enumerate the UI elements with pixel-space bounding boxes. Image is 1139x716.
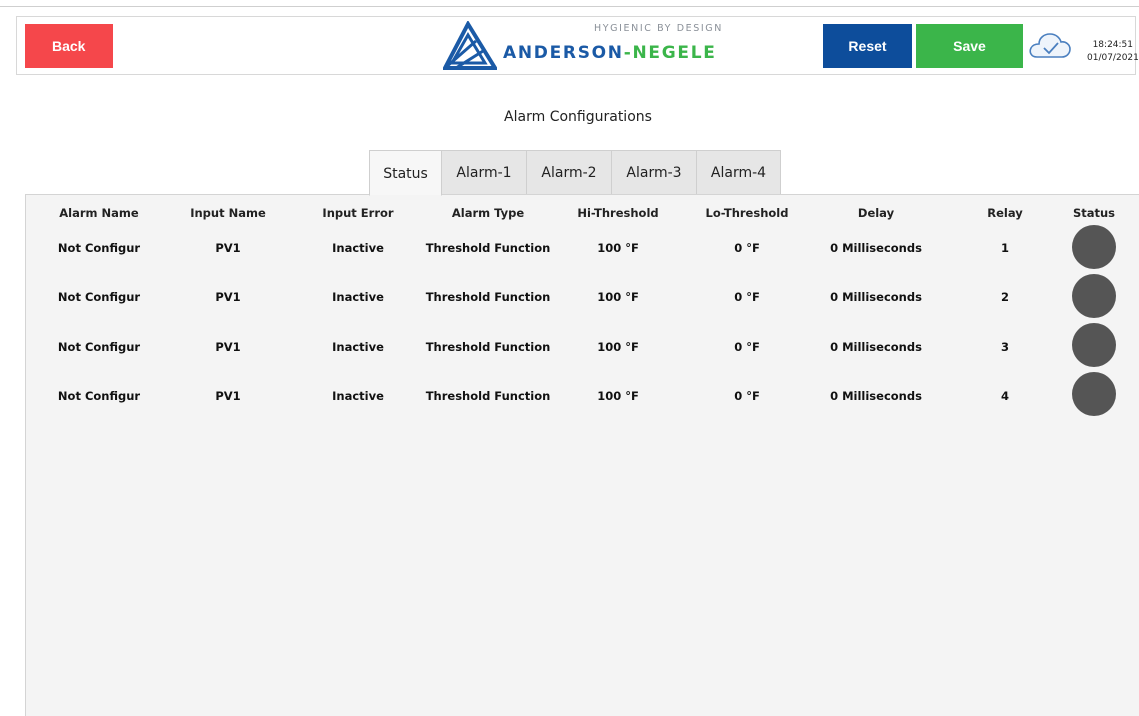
top-divider xyxy=(0,6,1139,7)
status-indicator xyxy=(1072,225,1116,269)
reset-button[interactable]: Reset xyxy=(823,24,912,68)
tab-alarm-2[interactable]: Alarm-2 xyxy=(526,150,612,195)
alarm-type-cell: Threshold Function xyxy=(425,241,551,255)
logo-tagline: HYGIENIC BY DESIGN xyxy=(594,23,723,34)
back-button[interactable]: Back xyxy=(25,24,113,68)
alarm-type-cell: Threshold Function xyxy=(425,389,551,403)
column-header-status: Status xyxy=(1072,206,1116,220)
column-header-hi-threshold: Hi-Threshold xyxy=(577,206,659,220)
save-button[interactable]: Save xyxy=(916,24,1023,68)
delay-cell: 0 Milliseconds xyxy=(830,389,922,403)
datetime-display: 18:24:51 01/07/2021 xyxy=(1087,39,1139,65)
anderson-negele-logo-icon xyxy=(443,21,497,70)
column-header-input-error: Input Error xyxy=(322,206,394,220)
relay-cell: 2 xyxy=(1000,290,1010,304)
tab-bar: Status Alarm-1 Alarm-2 Alarm-3 Alarm-4 xyxy=(369,150,781,196)
tab-alarm-4[interactable]: Alarm-4 xyxy=(696,150,781,195)
input-error-cell: Inactive xyxy=(332,340,384,354)
tab-alarm-3[interactable]: Alarm-3 xyxy=(611,150,697,195)
relay-cell: 1 xyxy=(1000,241,1010,255)
alarm-type-cell: Threshold Function xyxy=(425,340,551,354)
logo-name-part2: NEGELE xyxy=(632,43,717,63)
alarm-name-cell: Not Configur xyxy=(57,389,141,403)
cloud-check-icon[interactable] xyxy=(1028,29,1072,61)
status-table-panel: Alarm Name Input Name Input Error Alarm … xyxy=(25,194,1139,716)
alarm-name-cell: Not Configur xyxy=(57,340,141,354)
delay-cell: 0 Milliseconds xyxy=(830,241,922,255)
alarm-type-cell: Threshold Function xyxy=(425,290,551,304)
company-logo: HYGIENIC BY DESIGN ANDERSON-NEGELE xyxy=(429,19,729,73)
hi-threshold-cell: 100 °F xyxy=(597,241,639,255)
input-error-cell: Inactive xyxy=(332,241,384,255)
alarm-name-cell: Not Configur xyxy=(57,241,141,255)
alarm-name-cell: Not Configur xyxy=(57,290,141,304)
status-indicator xyxy=(1072,372,1116,416)
hi-threshold-cell: 100 °F xyxy=(597,340,639,354)
status-indicator xyxy=(1072,274,1116,318)
input-name-cell: PV1 xyxy=(215,340,241,354)
input-error-cell: Inactive xyxy=(332,290,384,304)
logo-wordmark: ANDERSON-NEGELE xyxy=(503,43,717,63)
input-name-cell: PV1 xyxy=(215,241,241,255)
column-header-delay: Delay xyxy=(857,206,895,220)
page-title: Alarm Configurations xyxy=(504,109,652,125)
lo-threshold-cell: 0 °F xyxy=(734,389,760,403)
relay-cell: 3 xyxy=(1000,340,1010,354)
logo-name-part1: ANDERSON xyxy=(503,43,624,63)
column-header-relay: Relay xyxy=(987,206,1023,220)
status-indicator xyxy=(1072,323,1116,367)
logo-name-separator: - xyxy=(623,43,633,63)
lo-threshold-cell: 0 °F xyxy=(734,290,760,304)
lo-threshold-cell: 0 °F xyxy=(734,340,760,354)
column-header-alarm-name: Alarm Name xyxy=(59,206,139,220)
column-header-alarm-type: Alarm Type xyxy=(451,206,525,220)
header-bar: Back HYGIENIC BY DESIGN ANDERSON-NEGELE … xyxy=(16,16,1139,75)
hi-threshold-cell: 100 °F xyxy=(597,290,639,304)
input-error-cell: Inactive xyxy=(332,389,384,403)
input-name-cell: PV1 xyxy=(215,290,241,304)
relay-cell: 4 xyxy=(1000,389,1010,403)
lo-threshold-cell: 0 °F xyxy=(734,241,760,255)
delay-cell: 0 Milliseconds xyxy=(830,290,922,304)
column-header-lo-threshold: Lo-Threshold xyxy=(705,206,789,220)
tab-alarm-1[interactable]: Alarm-1 xyxy=(441,150,527,195)
hi-threshold-cell: 100 °F xyxy=(597,389,639,403)
time-label: 18:24:51 xyxy=(1092,40,1133,50)
tab-status[interactable]: Status xyxy=(369,150,442,196)
column-header-input-name: Input Name xyxy=(190,206,266,220)
date-label: 01/07/2021 xyxy=(1087,53,1139,63)
input-name-cell: PV1 xyxy=(215,389,241,403)
delay-cell: 0 Milliseconds xyxy=(830,340,922,354)
